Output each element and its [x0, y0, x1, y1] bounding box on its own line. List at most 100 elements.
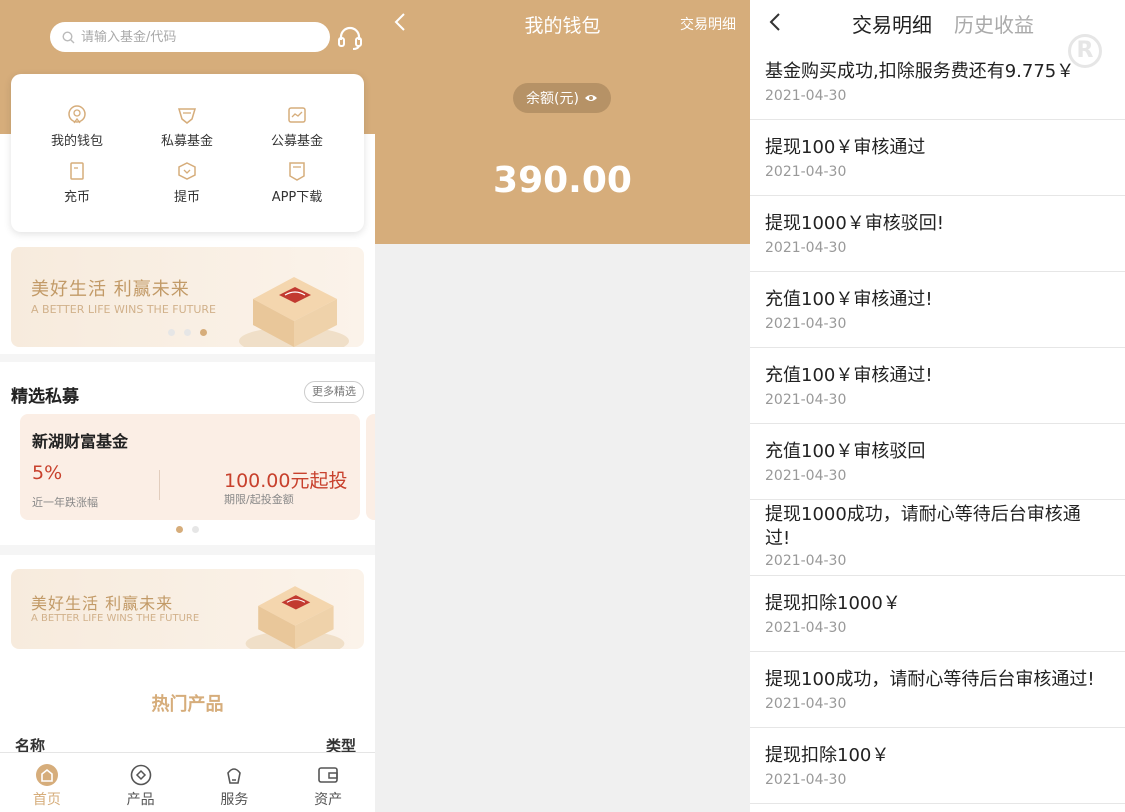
list-item[interactable]: 提现100成功，请耐心等待后台审核通过! 2021-04-30 — [750, 652, 1125, 728]
menu-item-wallet[interactable]: 我的钱包 — [27, 104, 127, 149]
pagination-dot[interactable] — [184, 329, 191, 336]
fund-rate-label: 近一年跌涨幅 — [32, 496, 98, 509]
quick-menu-card: 我的钱包 私募基金 公募基金 充币 提币 APP下载 — [11, 74, 364, 232]
section-divider — [0, 354, 375, 362]
list-item[interactable]: 基金购买成功,扣除服务费还有9.775￥ 2021-04-30 — [750, 44, 1125, 120]
menu-item-private-fund[interactable]: 私募基金 — [137, 104, 237, 149]
banner-subtitle: A BETTER LIFE WINS THE FUTURE — [31, 303, 217, 316]
menu-item-public-fund[interactable]: 公募基金 — [247, 104, 347, 149]
search-bar[interactable] — [50, 22, 330, 52]
more-featured-button[interactable]: 更多精选 — [304, 381, 364, 403]
banner-pagination — [168, 329, 207, 336]
menu-item-deposit[interactable]: 充币 — [27, 160, 127, 205]
transaction-date: 2021-04-30 — [765, 696, 847, 712]
transaction-text: 充值100￥审核通过! — [765, 289, 933, 310]
chart-icon — [288, 107, 306, 123]
banner-title: 美好生活 利赢未来 — [31, 594, 174, 613]
deposit-icon — [70, 162, 84, 180]
list-item[interactable]: 提现扣除1000￥ 2021-04-30 — [750, 576, 1125, 652]
menu-item-withdraw[interactable]: 提币 — [137, 160, 237, 205]
back-arrow-icon[interactable] — [768, 12, 782, 32]
banner-illustration — [245, 586, 345, 649]
tab-service[interactable]: 服务 — [188, 753, 282, 812]
transaction-date: 2021-04-30 — [765, 316, 847, 332]
promo-banner[interactable]: 美好生活 利赢未来 A BETTER LIFE WINS THE FUTURE — [11, 569, 364, 649]
menu-item-label: 我的钱包 — [50, 134, 103, 149]
list-item[interactable]: 充值100￥审核通过! 2021-04-30 — [750, 272, 1125, 348]
fund-amount: 100.00元起投 — [224, 470, 348, 492]
transactions-screen: 交易明细 历史收益 R 基金购买成功,扣除服务费还有9.775￥ 2021-04… — [750, 0, 1125, 812]
tab-transaction-details[interactable]: 交易明细 — [852, 9, 932, 38]
transaction-date: 2021-04-30 — [765, 392, 847, 408]
list-item[interactable]: 提现1000成功，请耐心等待后台审核通过! 2021-04-30 — [750, 500, 1125, 576]
home-icon — [35, 764, 58, 786]
transactions-header: 交易明细 历史收益 — [750, 0, 1125, 44]
fund-amount-label: 期限/起投金额 — [224, 493, 294, 506]
section-divider — [0, 545, 375, 555]
transaction-date: 2021-04-30 — [765, 772, 847, 788]
wallet-header: 我的钱包 交易明细 余额(元) 390.00 — [375, 0, 750, 244]
transaction-details-link[interactable]: 交易明细 — [680, 14, 736, 34]
list-item[interactable]: 提现1000￥审核驳回! 2021-04-30 — [750, 196, 1125, 272]
pagination-dot[interactable] — [168, 329, 175, 336]
fund-card-next[interactable] — [366, 414, 375, 520]
tab-label: 首页 — [32, 792, 61, 808]
transaction-date: 2021-04-30 — [765, 468, 847, 484]
section-title: 精选私募 — [11, 387, 79, 407]
transaction-text: 提现1000￥审核驳回! — [765, 213, 945, 234]
search-input[interactable] — [81, 29, 311, 45]
transaction-text: 提现扣除100￥ — [765, 745, 890, 766]
banner-title: 美好生活 利赢未来 — [31, 279, 190, 300]
menu-item-label: 提币 — [173, 190, 200, 205]
promo-banner[interactable]: 美好生活 利赢未来 A BETTER LIFE WINS THE FUTURE — [11, 247, 364, 347]
transaction-date: 2021-04-30 — [765, 240, 847, 256]
transaction-text: 提现100￥审核通过 — [765, 137, 926, 158]
transaction-text: 提现1000成功，请耐心等待后台审核通过! — [765, 504, 1081, 549]
list-item[interactable]: 充值100￥审核驳回 2021-04-30 — [750, 424, 1125, 500]
list-item[interactable]: 提现扣除100￥ 2021-04-30 — [750, 728, 1125, 804]
list-item[interactable]: 充值100￥审核通过! 2021-04-30 — [750, 348, 1125, 424]
transaction-date: 2021-04-30 — [765, 620, 847, 636]
product-icon — [130, 764, 151, 786]
fund-rate: 5% — [32, 462, 63, 484]
search-icon — [62, 30, 75, 43]
transaction-text: 充值100￥审核通过! — [765, 365, 933, 386]
gem-icon — [177, 108, 197, 124]
hot-products-title: 热门产品 — [151, 694, 224, 715]
tab-products[interactable]: 产品 — [94, 753, 188, 812]
headset-icon[interactable] — [336, 24, 364, 52]
home-screen: 我的钱包 私募基金 公募基金 充币 提币 APP下载 美好生活 利赢未来 A B… — [0, 0, 375, 812]
transaction-date: 2021-04-30 — [765, 88, 847, 104]
menu-item-app-download[interactable]: APP下载 — [247, 160, 347, 205]
pagination-dot[interactable] — [192, 526, 199, 533]
balance-amount: 390.00 — [493, 160, 632, 201]
fund-name: 新湖财富基金 — [32, 432, 129, 451]
asset-icon — [318, 767, 338, 783]
tab-assets[interactable]: 资产 — [281, 753, 375, 812]
fund-divider — [159, 470, 160, 500]
banner-illustration — [239, 277, 349, 347]
wallet-screen: 我的钱包 交易明细 余额(元) 390.00 — [375, 0, 750, 812]
tab-label: 服务 — [220, 792, 249, 808]
pagination-dot-active[interactable] — [200, 329, 207, 336]
transaction-date: 2021-04-30 — [765, 164, 847, 180]
menu-item-label: 充币 — [63, 190, 90, 205]
list-item[interactable]: 提现100￥审核通过 2021-04-30 — [750, 120, 1125, 196]
menu-item-label: APP下载 — [271, 190, 323, 205]
pagination-dot-active[interactable] — [176, 526, 183, 533]
transaction-text: 提现100成功，请耐心等待后台审核通过! — [765, 669, 1095, 690]
service-icon — [227, 768, 242, 784]
tab-label: 资产 — [314, 792, 343, 808]
tab-home[interactable]: 首页 — [0, 753, 94, 812]
bottom-tab-bar: 首页 产品 服务 资产 — [0, 752, 375, 812]
eye-icon[interactable] — [584, 93, 598, 103]
withdraw-icon — [178, 162, 196, 180]
transaction-text: 提现扣除1000￥ — [765, 593, 901, 614]
balance-label-pill[interactable]: 余额(元) — [513, 83, 611, 113]
wallet-icon — [68, 105, 86, 124]
transaction-date: 2021-04-30 — [765, 553, 847, 569]
tab-history-earnings[interactable]: 历史收益 — [954, 9, 1034, 38]
menu-item-label: 私募基金 — [160, 134, 213, 149]
fund-card[interactable]: 新湖财富基金 5% 近一年跌涨幅 100.00元起投 期限/起投金额 — [20, 414, 360, 520]
fund-pagination — [176, 526, 199, 533]
